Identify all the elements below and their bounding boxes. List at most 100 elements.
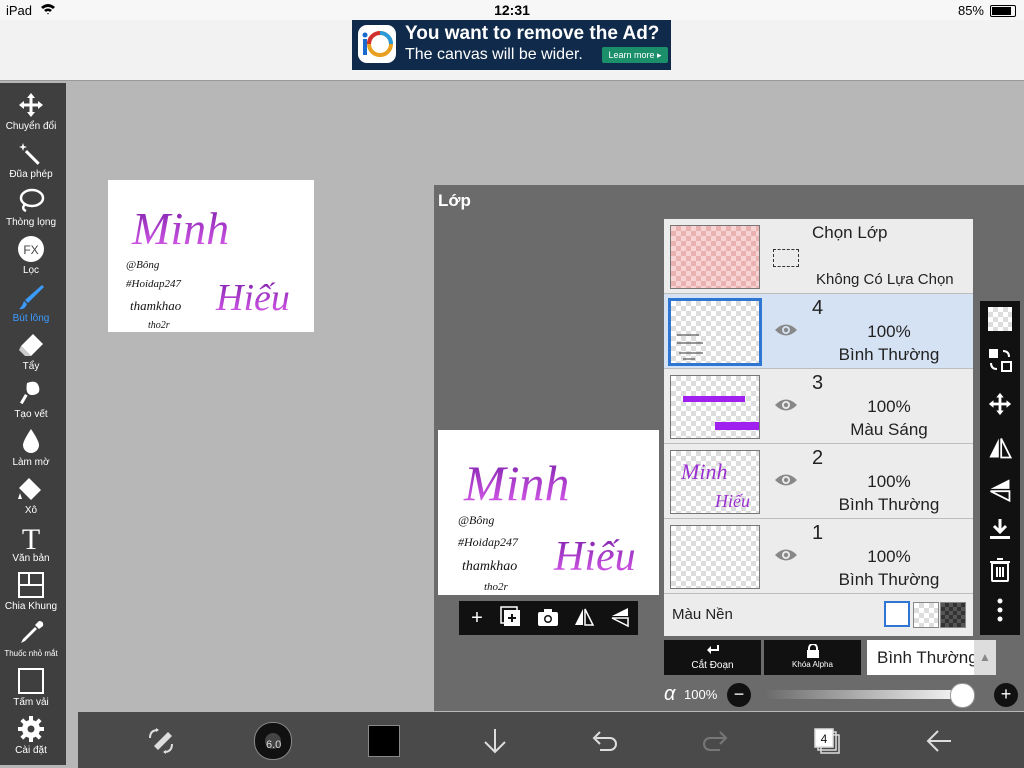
more-options-icon[interactable]	[986, 597, 1014, 625]
drawing-canvas[interactable]: Minh Hiếu @Bông #Hoidap247 thamkhao tho2…	[108, 180, 314, 332]
layer-blend-mode: Bình Thường	[838, 345, 940, 364]
trash-icon[interactable]	[986, 557, 1014, 585]
move-layer-icon[interactable]	[986, 391, 1014, 419]
dropdown-arrow-icon: ▲	[974, 640, 996, 675]
eye-icon[interactable]	[774, 472, 798, 488]
preview-note: thamkhao	[462, 559, 517, 574]
brush-size-button[interactable]: 6.0	[254, 722, 292, 760]
tool-filter[interactable]: FX Lọc	[0, 235, 62, 276]
tool-label: Cài đặt	[15, 745, 47, 756]
eye-icon[interactable]	[774, 547, 798, 563]
selection-thumbnail	[670, 225, 760, 289]
background-transparent-swatch[interactable]	[913, 602, 939, 628]
tool-eyedropper[interactable]: Thuốc nhỏ mắt	[0, 619, 62, 658]
eye-icon[interactable]	[774, 322, 798, 338]
tool-label: Làm mờ	[12, 457, 50, 468]
selection-marquee-icon	[773, 249, 799, 267]
tool-magic-wand[interactable]: Đũa phép	[0, 139, 62, 180]
layer-number: 1	[812, 522, 824, 544]
tool-text[interactable]: T Văn bản	[0, 523, 62, 564]
flip-layer-horizontal-icon[interactable]	[986, 435, 1014, 463]
layer-panel: Lớp Minh Hiếu @Bông #Hoidap247 thamkhao …	[434, 185, 1024, 711]
tool-lasso[interactable]: Thòng lọng	[0, 187, 62, 228]
text-icon: T	[22, 523, 40, 551]
preview-note: #Hoidap247	[458, 535, 519, 549]
clip-arrow-icon	[706, 645, 719, 654]
tool-label: Văn bản	[12, 553, 50, 564]
arrow-down-icon[interactable]	[480, 726, 510, 756]
tool-transform[interactable]: Chuyển đổi	[0, 91, 62, 132]
svg-text:FX: FX	[23, 243, 38, 257]
blend-mode-value: Bình Thường	[877, 648, 978, 667]
flip-vertical-icon[interactable]	[608, 606, 632, 630]
svg-text:T: T	[22, 523, 40, 551]
merge-layer-icon[interactable]	[986, 347, 1014, 375]
bottom-toolbar: 6.0 4	[78, 712, 1024, 768]
blend-mode-select[interactable]: Bình Thường ▲	[867, 640, 996, 675]
ad-banner[interactable]: You want to remove the Ad? The canvas wi…	[352, 20, 671, 70]
flip-horizontal-icon[interactable]	[572, 606, 596, 630]
tool-blur[interactable]: Làm mờ	[0, 427, 62, 468]
tool-frame-divider[interactable]: Chia Khung	[0, 571, 62, 612]
alpha-lock-button[interactable]: Khóa Alpha	[764, 640, 861, 675]
layer-opacity: 100%	[867, 322, 911, 341]
flip-layer-vertical-icon[interactable]	[986, 477, 1014, 505]
transform-pen-icon[interactable]	[146, 726, 176, 756]
add-layer-copy-icon[interactable]	[499, 606, 523, 630]
selection-layer-row[interactable]: Chọn Lớp Không Có Lựa Chọn	[664, 219, 973, 294]
alpha-slider-track[interactable]	[765, 690, 973, 699]
bucket-icon	[18, 478, 41, 500]
layer-blend-mode: Bình Thường	[838, 495, 940, 514]
layer-row[interactable]: 1 100% Bình Thường	[664, 519, 973, 594]
art-line-2: Hiếu	[215, 277, 290, 319]
layer-row[interactable]: Minh Hiếu 2 100% Bình Thường	[664, 444, 973, 519]
layer-row[interactable]: 4 100% Bình Thường	[664, 294, 973, 369]
undo-icon[interactable]	[590, 726, 620, 756]
tool-label: Tẩy	[22, 361, 40, 372]
tool-canvas[interactable]: Tấm vải	[0, 667, 62, 708]
tool-smudge[interactable]: Tạo vết	[0, 379, 62, 420]
clipping-label: Cắt Đoạn	[691, 660, 734, 671]
tool-bucket[interactable]: Xô	[0, 475, 62, 516]
ibis-logo-icon	[358, 25, 396, 63]
camera-icon[interactable]	[536, 606, 560, 630]
canvas-icon	[18, 668, 44, 694]
layer-count: 4	[820, 732, 828, 746]
thumb-text: Minh	[680, 459, 727, 484]
alpha-increase-button[interactable]: +	[994, 683, 1018, 707]
back-arrow-icon[interactable]	[924, 726, 954, 756]
fx-icon: FX	[18, 236, 44, 262]
tool-settings[interactable]: Cài đặt	[0, 715, 62, 756]
eyedropper-icon	[21, 621, 44, 643]
layer-row[interactable]: 3 100% Màu Sáng	[664, 369, 973, 444]
redo-icon[interactable]	[700, 726, 730, 756]
lasso-icon	[19, 188, 45, 213]
background-dark-swatch[interactable]	[940, 602, 966, 628]
learn-more-button[interactable]: Learn more ▸	[602, 47, 668, 63]
color-swatch[interactable]	[368, 725, 400, 757]
layer-thumbnail	[668, 298, 762, 366]
clipping-button[interactable]: Cắt Đoạn	[664, 640, 761, 675]
alpha-slider-thumb[interactable]	[950, 683, 975, 708]
tool-label: Tạo vết	[14, 409, 48, 420]
merge-down-icon[interactable]	[986, 517, 1014, 545]
background-white-swatch[interactable]	[884, 601, 910, 627]
lock-icon	[806, 644, 819, 658]
preview-line-1: Minh	[463, 455, 570, 511]
status-bar: iPad 12:31 85%	[0, 0, 1024, 20]
tool-eraser[interactable]: Tẩy	[0, 331, 62, 372]
tool-label: Lọc	[22, 265, 40, 276]
add-layer-icon[interactable]: +	[465, 606, 489, 630]
magic-wand-icon	[19, 143, 40, 165]
alpha-decrease-button[interactable]: −	[727, 683, 751, 707]
eye-icon[interactable]	[774, 397, 798, 413]
ad-bar: You want to remove the Ad? The canvas wi…	[0, 20, 1024, 81]
checker-icon[interactable]	[988, 307, 1012, 331]
layer-number: 3	[812, 372, 824, 394]
layer-tools-sidebar	[980, 301, 1020, 635]
tool-brush[interactable]: Bút lông	[0, 283, 62, 324]
layers-button[interactable]: 4	[812, 726, 842, 756]
battery-icon	[990, 5, 1016, 17]
canvas-artwork: Minh Hiếu @Bông #Hoidap247 thamkhao tho2…	[126, 203, 290, 331]
tool-label: Xô	[24, 505, 38, 516]
